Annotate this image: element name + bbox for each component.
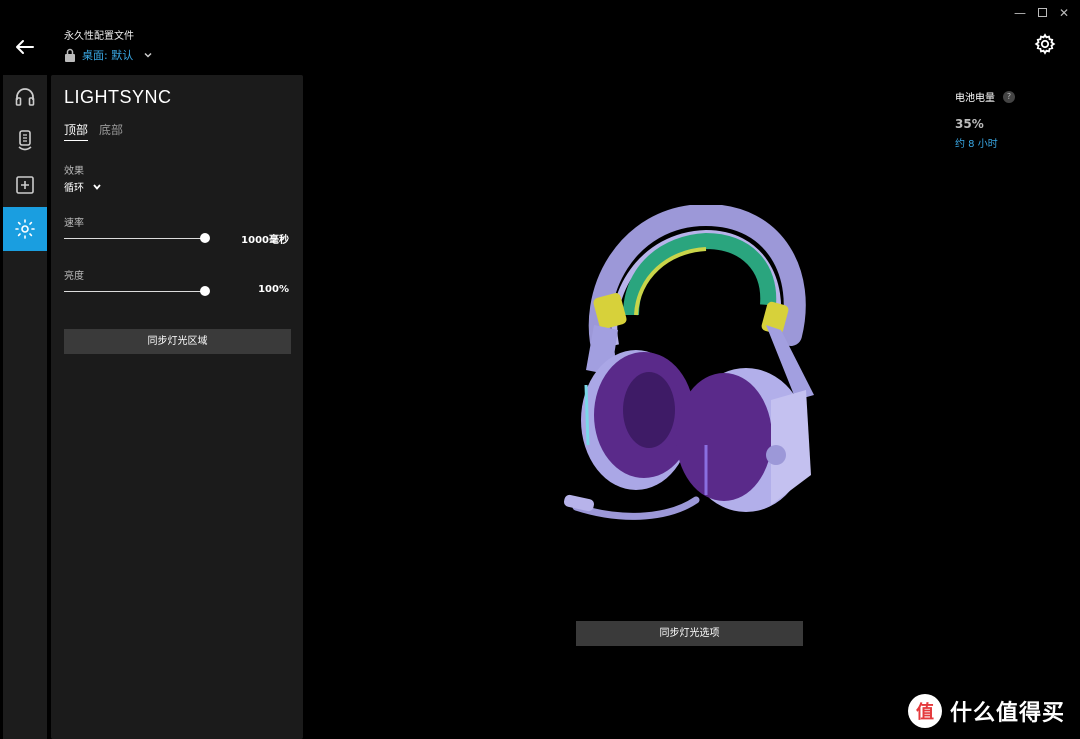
sync-zones-button[interactable]: 同步灯光区域 — [64, 329, 291, 354]
rail-item-assignments[interactable] — [3, 163, 47, 207]
speed-slider-thumb[interactable] — [200, 233, 210, 243]
brightness-value: 100% — [258, 284, 289, 295]
headset-image — [564, 205, 814, 520]
speed-value: 1000毫秒 — [241, 235, 289, 246]
battery-label: 电池电量 — [955, 93, 995, 104]
effect-value: 循环 — [64, 183, 84, 194]
speed-label: 速率 — [64, 218, 84, 229]
effect-label: 效果 — [64, 166, 84, 177]
watermark-logo-text: 值 — [916, 702, 934, 723]
gear-icon — [1034, 33, 1056, 55]
brightness-label: 亮度 — [64, 271, 84, 282]
nav-rail — [3, 75, 47, 739]
watermark: 值 什么值得买 — [908, 694, 1065, 728]
rail-item-device[interactable] — [3, 119, 47, 163]
profile-name: 桌面: 默认 — [82, 49, 134, 62]
maximize-icon — [1037, 8, 1047, 17]
effect-dropdown[interactable]: 循环 — [64, 179, 102, 194]
rail-item-headset[interactable] — [3, 75, 47, 119]
speed-slider[interactable] — [64, 238, 205, 239]
watermark-text: 什么值得买 — [950, 701, 1066, 726]
lightsync-panel: LIGHTSYNC 顶部 底部 效果 循环 速率 1000毫秒 亮度 100% … — [51, 75, 303, 739]
headphones-icon — [15, 88, 35, 106]
brightness-slider[interactable] — [64, 291, 205, 292]
profile-title: 永久性配置文件 — [64, 31, 134, 42]
brightness-slider-thumb[interactable] — [200, 286, 210, 296]
sync-options-button[interactable]: 同步灯光选项 — [576, 621, 803, 646]
back-arrow-icon — [16, 40, 34, 54]
profile-selector[interactable]: 桌面: 默认 — [64, 46, 153, 64]
settings-button[interactable] — [1033, 32, 1057, 56]
battery-time: 约 8 小时 — [955, 139, 998, 150]
tab-top[interactable]: 顶部 — [64, 121, 89, 141]
tab-bottom[interactable]: 底部 — [99, 121, 123, 140]
maximize-button[interactable] — [1031, 4, 1053, 22]
close-button[interactable]: ✕ — [1053, 4, 1075, 22]
help-icon[interactable]: ? — [1003, 90, 1015, 103]
panel-title: LIGHTSYNC — [64, 87, 172, 107]
watermark-logo: 值 — [908, 694, 942, 728]
minimize-button[interactable]: — — [1009, 4, 1031, 22]
battery-percent: 35% — [955, 117, 984, 131]
chevron-down-icon — [93, 183, 101, 190]
lightsync-icon — [15, 219, 35, 239]
add-square-icon — [16, 176, 34, 194]
back-button[interactable] — [12, 34, 38, 60]
rail-item-lightsync[interactable] — [3, 207, 47, 251]
chevron-down-icon — [144, 52, 152, 58]
device-battery-icon — [18, 130, 32, 151]
battery-label-row: 电池电量 ? — [955, 89, 1015, 104]
lock-icon — [65, 48, 75, 62]
